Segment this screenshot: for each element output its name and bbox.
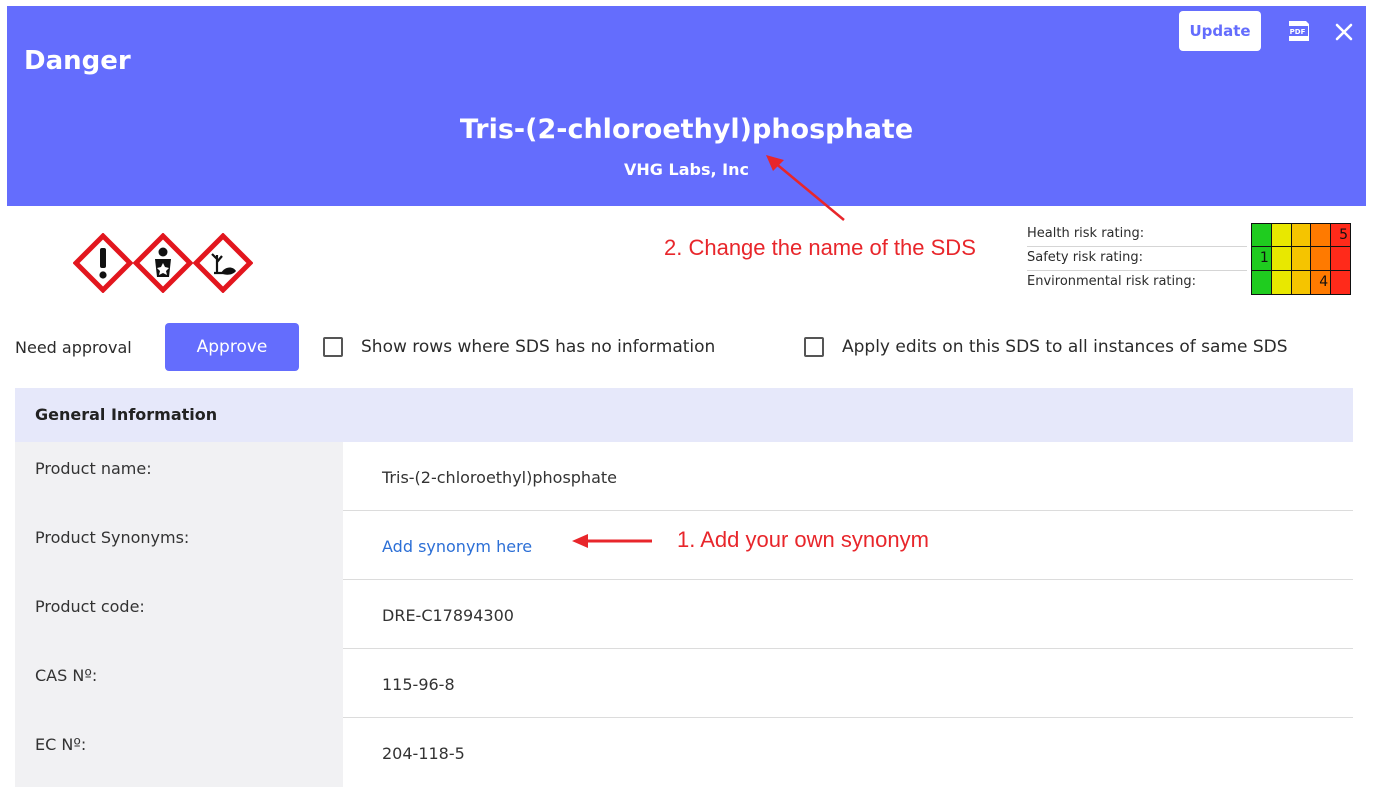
risk-scale: 4: [1251, 271, 1351, 295]
risk-row-environmental: Environmental risk rating: 4: [1027, 271, 1351, 295]
add-synonym-link[interactable]: Add synonym here: [382, 537, 532, 556]
apply-all-instances-checkbox[interactable]: [804, 337, 824, 357]
annotation-add-synonym: 1. Add your own synonym: [677, 527, 929, 552]
svg-text:PDF: PDF: [1290, 28, 1306, 36]
risk-label: Environmental risk rating:: [1027, 274, 1196, 289]
risk-cell: [1330, 271, 1350, 294]
section-header: General Information: [15, 388, 1353, 442]
show-empty-rows-checkbox[interactable]: [323, 337, 343, 357]
row-label: Product Synonyms:: [35, 528, 190, 547]
table-row: Product code: DRE-C17894300: [15, 580, 1353, 649]
risk-cell: [1290, 247, 1311, 270]
risk-value: 1: [1252, 247, 1271, 270]
pdf-icon[interactable]: PDF: [1284, 18, 1312, 46]
table-row: CAS Nº: 115-96-8: [15, 649, 1353, 718]
row-label-cell: Product name:: [15, 442, 343, 511]
apply-all-instances-label[interactable]: Apply edits on this SDS to all instances…: [842, 337, 1288, 357]
sds-header: Danger Tris-(2-chloroethyl)phosphate VHG…: [7, 6, 1366, 206]
show-empty-rows-label[interactable]: Show rows where SDS has no information: [361, 337, 715, 357]
need-approval-label: Need approval: [15, 338, 132, 357]
row-label-cell: CAS Nº:: [15, 649, 343, 718]
sds-product-title[interactable]: Tris-(2-chloroethyl)phosphate: [7, 114, 1366, 145]
cas-number-value[interactable]: 115-96-8: [382, 675, 455, 694]
row-label-cell: Product Synonyms:: [15, 511, 343, 580]
risk-cell: [1252, 224, 1271, 246]
risk-label: Health risk rating:: [1027, 226, 1145, 241]
risk-label: Safety risk rating:: [1027, 250, 1143, 265]
ec-number-value[interactable]: 204-118-5: [382, 744, 465, 763]
row-label: CAS Nº:: [35, 666, 98, 685]
table-row: Product name: Tris-(2-chloroethyl)phosph…: [15, 442, 1353, 511]
risk-cell: [1252, 271, 1271, 294]
product-code-value[interactable]: DRE-C17894300: [382, 606, 514, 625]
risk-cell: [1270, 271, 1291, 294]
risk-cell: [1270, 224, 1291, 246]
risk-cell: [1310, 224, 1331, 246]
row-label: Product name:: [35, 459, 152, 478]
annotation-change-name: 2. Change the name of the SDS: [664, 235, 976, 260]
approve-button[interactable]: Approve: [165, 323, 299, 371]
ghs-environment-icon: [193, 233, 253, 293]
table-row: EC Nº: 204-118-5: [15, 718, 1353, 787]
risk-cell: [1290, 224, 1311, 246]
ghs-health-hazard-icon: [133, 233, 193, 293]
risk-cell: [1270, 247, 1291, 270]
sds-company: VHG Labs, Inc: [624, 160, 749, 179]
annotation-arrow-left-icon: [572, 534, 652, 548]
risk-row-safety: Safety risk rating: 1: [1027, 247, 1351, 271]
signal-word: Danger: [24, 46, 131, 76]
ghs-exclamation-icon: [73, 233, 133, 293]
ghs-pictograms: [73, 233, 253, 293]
risk-row-health: Health risk rating: 5: [1027, 223, 1351, 247]
row-label-cell: Product code:: [15, 580, 343, 649]
risk-cell: [1310, 247, 1331, 270]
risk-cell: [1290, 271, 1311, 294]
product-name-value[interactable]: Tris-(2-chloroethyl)phosphate: [382, 468, 617, 487]
update-button[interactable]: Update: [1179, 11, 1261, 51]
risk-scale: 5: [1251, 223, 1351, 247]
annotation-arrow-up-icon: [766, 155, 845, 221]
close-icon[interactable]: [1332, 20, 1356, 44]
row-label: Product code:: [35, 597, 145, 616]
risk-value: 5: [1330, 224, 1350, 246]
section-title: General Information: [35, 405, 218, 424]
risk-scale: 1: [1251, 247, 1351, 271]
row-label-cell: EC Nº:: [15, 718, 343, 787]
risk-cell: [1330, 247, 1350, 270]
risk-value: 4: [1310, 271, 1331, 294]
row-label: EC Nº:: [35, 735, 87, 754]
